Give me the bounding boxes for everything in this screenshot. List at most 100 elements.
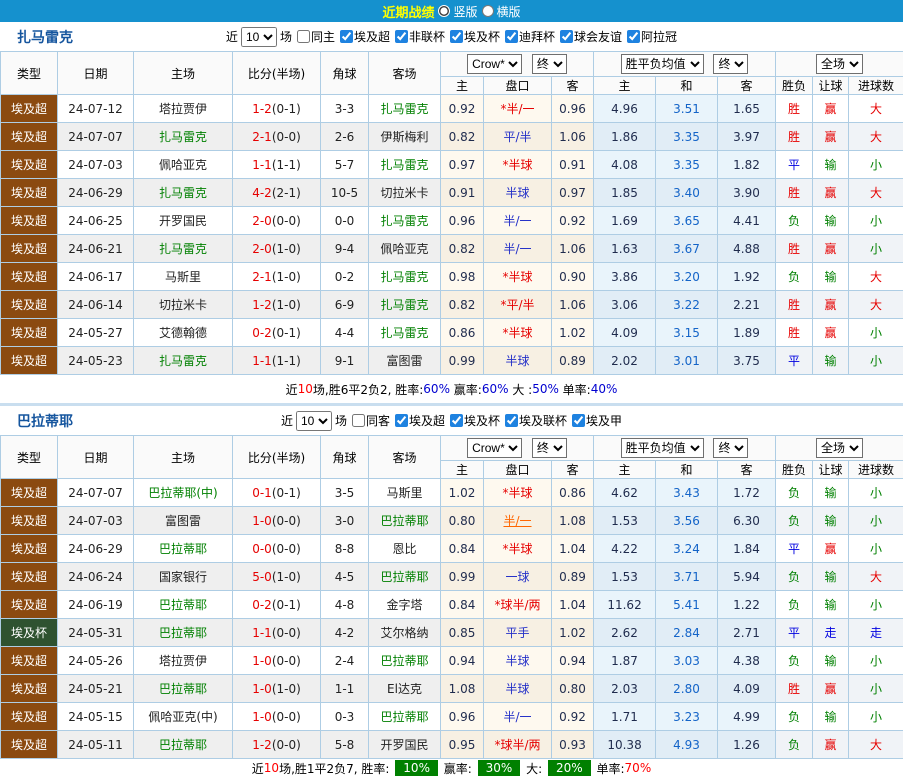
away-odds-cell: 0.92: [552, 703, 594, 731]
avg-home-cell: 1.53: [594, 563, 656, 591]
league-filter-checkbox[interactable]: [560, 30, 573, 43]
avg-home-cell: 4.22: [594, 535, 656, 563]
handicap-result-cell: 赢: [813, 291, 849, 319]
avg-draw-cell: 3.40: [656, 179, 718, 207]
handicap-result-cell: 输: [813, 647, 849, 675]
league-filter-checkbox[interactable]: [395, 30, 408, 43]
odds-time-select[interactable]: 终: [532, 54, 567, 74]
away-odds-cell: 1.06: [552, 123, 594, 151]
handicap-cell: 半/一: [484, 507, 552, 535]
avg-draw-cell: 3.65: [656, 207, 718, 235]
same-venue-filter[interactable]: 同主: [292, 28, 335, 45]
goals-cell: 小: [849, 675, 903, 703]
goals-cell: 小: [849, 591, 903, 619]
odds-time-select[interactable]: 终: [532, 438, 567, 458]
games-label: 场: [335, 412, 347, 429]
league-cell: 埃及超: [1, 703, 58, 731]
league-filter-label: 迪拜杯: [519, 28, 555, 45]
same-venue-filter[interactable]: 同客: [347, 412, 390, 429]
odds-company-select[interactable]: Crow*: [467, 54, 522, 74]
away-team-cell: 马斯里: [369, 479, 441, 507]
scope-select[interactable]: 全场: [816, 438, 863, 458]
near-label: 近: [226, 28, 238, 45]
handicap-result-cell: 输: [813, 703, 849, 731]
odds-company-select[interactable]: Crow*: [467, 438, 522, 458]
league-cell: 埃及超: [1, 179, 58, 207]
match-row: 埃及超24-06-21扎马雷克2-0(1-0)9-4佩哈亚克0.82半/一1.0…: [1, 235, 903, 263]
full-time-score: 1-1: [252, 158, 272, 172]
league-cell: 埃及超: [1, 319, 58, 347]
league-filter[interactable]: 埃及杯: [445, 28, 500, 45]
league-filter[interactable]: 埃及超: [335, 28, 390, 45]
home-odds-cell: 0.84: [441, 591, 484, 619]
vertical-layout-radio[interactable]: [438, 5, 450, 17]
summary-away-team: 近10场,胜1平2负7, 胜率: 10% 赢率: 30% 大: 20% 单率:7…: [0, 759, 903, 777]
league-cell: 埃及超: [1, 563, 58, 591]
summary-segment: 70%: [625, 761, 652, 775]
avg-home-cell: 4.62: [594, 479, 656, 507]
league-filter-checkbox[interactable]: [395, 414, 408, 427]
horizontal-layout-radio[interactable]: [482, 5, 494, 17]
handicap-result-cell: 赢: [813, 319, 849, 347]
recent-count-select[interactable]: 10: [241, 27, 277, 47]
same-venue-checkbox[interactable]: [352, 414, 365, 427]
avg-select[interactable]: 胜平负均值: [621, 438, 704, 458]
handicap-cell: 半球: [484, 647, 552, 675]
subheader-odds-home: 主: [441, 77, 484, 95]
scope-select[interactable]: 全场: [816, 54, 863, 74]
avg-draw-cell: 3.23: [656, 703, 718, 731]
avg-draw-cell: 4.93: [656, 731, 718, 759]
league-filter-label: 阿拉冠: [641, 28, 677, 45]
vertical-layout-label: 竖版: [453, 3, 477, 20]
full-time-score: 1-0: [252, 710, 272, 724]
date-cell: 24-05-23: [58, 347, 134, 375]
summary-segment: 20%: [548, 760, 591, 776]
goals-cell: 走: [849, 619, 903, 647]
score-cell: 1-2(1-0): [233, 291, 321, 319]
date-cell: 24-06-21: [58, 235, 134, 263]
league-filter-checkbox[interactable]: [340, 30, 353, 43]
league-filter[interactable]: 埃及甲: [567, 412, 622, 429]
league-cell: 埃及超: [1, 95, 58, 123]
avg-draw-cell: 3.71: [656, 563, 718, 591]
league-filter-checkbox[interactable]: [505, 414, 518, 427]
home-team-cell: 扎马雷克: [134, 179, 233, 207]
recent-count-select[interactable]: 10: [296, 411, 332, 431]
avg-home-cell: 10.38: [594, 731, 656, 759]
match-row: 埃及超24-06-17马斯里2-1(1-0)0-2扎马雷克0.98*半球0.90…: [1, 263, 903, 291]
league-filter-checkbox[interactable]: [450, 414, 463, 427]
avg-away-cell: 3.75: [718, 347, 776, 375]
league-filter[interactable]: 迪拜杯: [500, 28, 555, 45]
avg-draw-cell: 3.35: [656, 123, 718, 151]
avg-select[interactable]: 胜平负均值: [621, 54, 704, 74]
column-header-type: 类型: [1, 436, 58, 479]
match-row: 埃及超24-06-24国家银行5-0(1-0)4-5巴拉蒂耶0.99一球0.89…: [1, 563, 903, 591]
handicap-cell: 半球: [484, 675, 552, 703]
league-filter-checkbox[interactable]: [572, 414, 585, 427]
summary-segment: 10: [298, 382, 313, 396]
same-venue-checkbox[interactable]: [297, 30, 310, 43]
league-filter-checkbox[interactable]: [505, 30, 518, 43]
home-team-cell: 扎马雷克: [134, 123, 233, 151]
date-cell: 24-07-03: [58, 507, 134, 535]
avg-time-select[interactable]: 终: [713, 54, 748, 74]
league-filter[interactable]: 阿拉冠: [622, 28, 677, 45]
league-filter[interactable]: 非联杯: [390, 28, 445, 45]
avg-time-select[interactable]: 终: [713, 438, 748, 458]
league-filter[interactable]: 埃及超: [390, 412, 445, 429]
subheader-avg-home: 主: [594, 461, 656, 479]
home-odds-cell: 1.02: [441, 479, 484, 507]
handicap-result-cell: 赢: [813, 535, 849, 563]
handicap-cell: *半球: [484, 151, 552, 179]
league-filter[interactable]: 埃及联杯: [500, 412, 567, 429]
league-filter[interactable]: 球会友谊: [555, 28, 622, 45]
away-team-cell: 扎马雷克: [369, 291, 441, 319]
half-time-score: (0-1): [272, 486, 301, 500]
league-filter-checkbox[interactable]: [627, 30, 640, 43]
league-filter[interactable]: 埃及杯: [445, 412, 500, 429]
home-team-cell: 巴拉蒂耶(中): [134, 479, 233, 507]
handicap-cell: 一球: [484, 563, 552, 591]
result-cell: 平: [776, 347, 813, 375]
league-filter-checkbox[interactable]: [450, 30, 463, 43]
home-odds-cell: 0.86: [441, 319, 484, 347]
